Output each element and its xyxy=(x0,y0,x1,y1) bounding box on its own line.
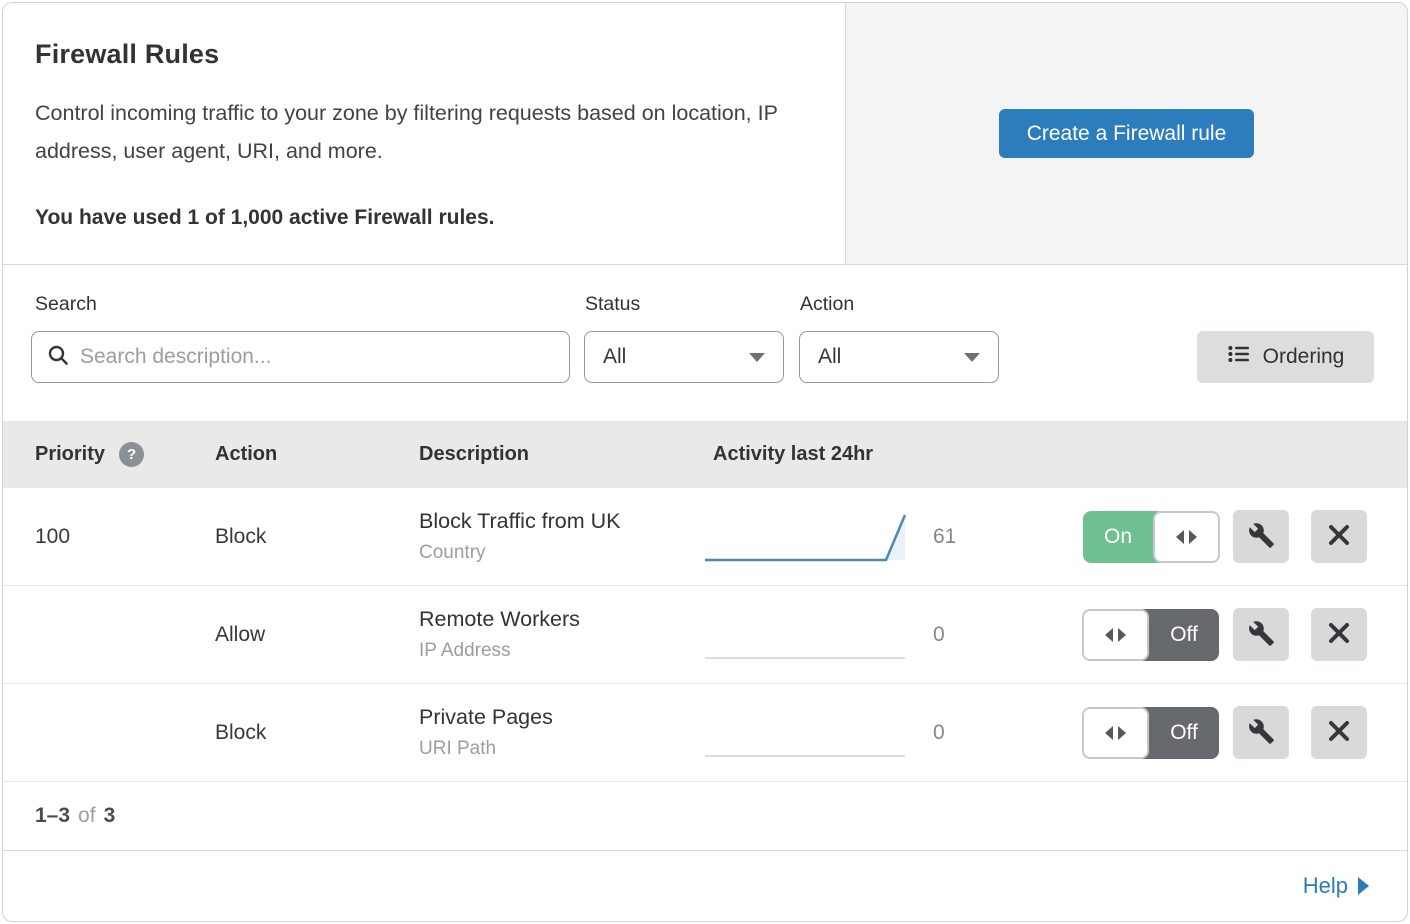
rule-name: Block Traffic from UK xyxy=(419,509,703,534)
activity-count: 0 xyxy=(933,623,1003,647)
pagination-of: of xyxy=(78,804,96,828)
status-selected-value: All xyxy=(603,345,626,369)
column-action: Action xyxy=(215,443,419,466)
action-selected-value: All xyxy=(818,345,841,369)
rule-action: Allow xyxy=(215,623,419,647)
header-action-panel: Create a Firewall rule xyxy=(846,3,1407,264)
search-box[interactable] xyxy=(31,331,570,383)
list-icon xyxy=(1227,342,1251,372)
edit-rule-button[interactable] xyxy=(1233,706,1289,759)
create-firewall-rule-button[interactable]: Create a Firewall rule xyxy=(999,109,1255,158)
rule-action: Block xyxy=(215,525,419,549)
activity-sparkline xyxy=(703,510,907,564)
page-title: Firewall Rules xyxy=(35,39,805,70)
close-icon xyxy=(1327,719,1351,746)
arrow-left-icon xyxy=(1176,530,1184,544)
rule-description: Block Traffic from UK Country xyxy=(419,509,703,564)
help-link[interactable]: Help xyxy=(1303,873,1369,899)
toggle-on-label: On xyxy=(1083,511,1153,563)
filters-section: Search Status All Action All xyxy=(3,265,1407,421)
activity-count: 61 xyxy=(933,525,1003,549)
pagination-range: 1–3 xyxy=(35,804,70,828)
status-label: Status xyxy=(585,293,640,316)
rule-priority: 100 xyxy=(35,525,215,549)
page-description: Control incoming traffic to your zone by… xyxy=(35,94,805,170)
rule-match-type: IP Address xyxy=(419,640,703,662)
rule-controls: On xyxy=(1083,510,1367,563)
rule-name: Remote Workers xyxy=(419,607,703,632)
rule-action: Block xyxy=(215,721,419,745)
delete-rule-button[interactable] xyxy=(1311,706,1367,759)
close-icon xyxy=(1327,621,1351,648)
rule-enabled-toggle[interactable]: Off xyxy=(1083,609,1219,661)
rule-enabled-toggle[interactable]: Off xyxy=(1083,707,1219,759)
rule-controls: Off xyxy=(1083,608,1367,661)
wrench-icon xyxy=(1248,522,1275,552)
firewall-rules-panel: Firewall Rules Control incoming traffic … xyxy=(2,2,1408,922)
action-select[interactable]: All xyxy=(799,331,999,383)
toggle-off-label: Off xyxy=(1149,609,1219,661)
chevron-down-icon xyxy=(749,353,765,362)
arrow-right-icon xyxy=(1358,877,1369,895)
pagination-total: 3 xyxy=(104,804,116,828)
toggle-knob[interactable] xyxy=(1082,707,1149,759)
usage-note: You have used 1 of 1,000 active Firewall… xyxy=(35,206,805,230)
help-link-label: Help xyxy=(1303,873,1348,899)
ordering-button-label: Ordering xyxy=(1263,345,1345,369)
arrow-right-icon xyxy=(1189,530,1197,544)
activity-sparkline xyxy=(703,608,907,662)
edit-rule-button[interactable] xyxy=(1233,608,1289,661)
rule-match-type: Country xyxy=(419,542,703,564)
column-activity: Activity last 24hr xyxy=(703,443,873,466)
wrench-icon xyxy=(1248,718,1275,748)
firewall-rule-row: Allow Remote Workers IP Address 0 Off xyxy=(3,586,1407,684)
edit-rule-button[interactable] xyxy=(1233,510,1289,563)
rule-description: Private Pages URI Path xyxy=(419,705,703,760)
arrow-left-icon xyxy=(1105,628,1113,642)
column-priority: Priority xyxy=(35,443,105,466)
header-text-block: Firewall Rules Control incoming traffic … xyxy=(3,3,846,264)
arrow-left-icon xyxy=(1105,726,1113,740)
action-label: Action xyxy=(800,293,854,316)
rule-description: Remote Workers IP Address xyxy=(419,607,703,662)
firewall-rule-row: Block Private Pages URI Path 0 Off xyxy=(3,684,1407,782)
table-header: Priority ? Action Description Activity l… xyxy=(3,421,1407,488)
help-bar: Help xyxy=(3,850,1407,921)
search-icon xyxy=(46,343,70,372)
rule-controls: Off xyxy=(1083,706,1367,759)
rule-enabled-toggle[interactable]: On xyxy=(1083,511,1219,563)
chevron-down-icon xyxy=(964,353,980,362)
toggle-knob[interactable] xyxy=(1153,511,1220,563)
toggle-knob[interactable] xyxy=(1082,609,1149,661)
header-section: Firewall Rules Control incoming traffic … xyxy=(3,3,1407,265)
delete-rule-button[interactable] xyxy=(1311,510,1367,563)
firewall-rule-row: 100 Block Block Traffic from UK Country … xyxy=(3,488,1407,586)
arrow-right-icon xyxy=(1118,628,1126,642)
activity-count: 0 xyxy=(933,721,1003,745)
toggle-off-label: Off xyxy=(1149,707,1219,759)
wrench-icon xyxy=(1248,620,1275,650)
rule-match-type: URI Path xyxy=(419,738,703,760)
delete-rule-button[interactable] xyxy=(1311,608,1367,661)
search-input[interactable] xyxy=(80,345,555,369)
arrow-right-icon xyxy=(1118,726,1126,740)
status-select[interactable]: All xyxy=(584,331,784,383)
activity-sparkline xyxy=(703,706,907,760)
search-label: Search xyxy=(35,293,97,316)
priority-help-icon[interactable]: ? xyxy=(119,442,144,467)
column-description: Description xyxy=(419,443,703,466)
rule-name: Private Pages xyxy=(419,705,703,730)
pagination-bar: 1–3 of 3 xyxy=(3,782,1407,850)
ordering-button[interactable]: Ordering xyxy=(1197,331,1374,383)
close-icon xyxy=(1327,523,1351,550)
